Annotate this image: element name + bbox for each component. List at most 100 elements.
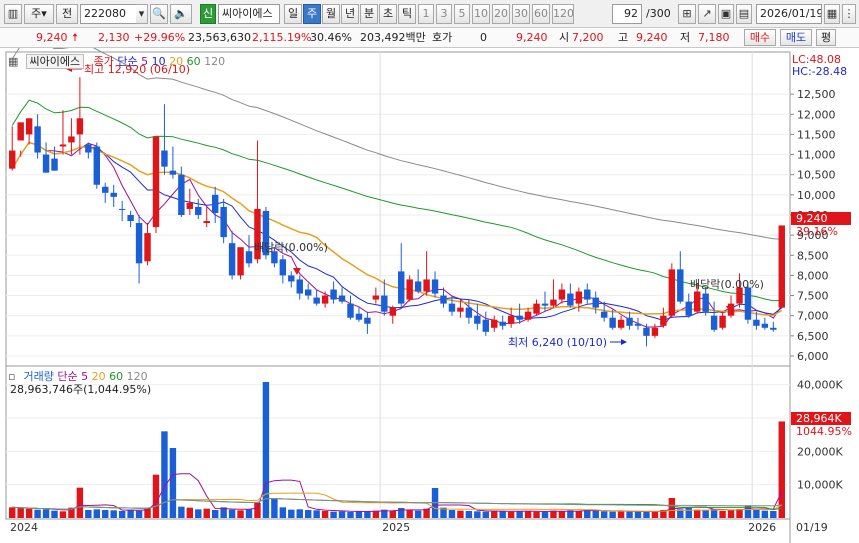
candle-body — [17, 122, 24, 141]
volume-bar — [499, 511, 506, 518]
candle-body — [338, 295, 346, 302]
badge-new: 신 — [200, 4, 216, 24]
interval-button-60[interactable]: 60 — [532, 4, 550, 24]
candle-body — [660, 315, 667, 326]
volume-bar — [643, 512, 650, 518]
period-tab-4[interactable]: 분 — [360, 4, 378, 24]
more-icon[interactable]: ⋮ — [842, 4, 856, 24]
period-tab-6[interactable]: 틱 — [398, 4, 416, 24]
period-tab-2[interactable]: 월 — [322, 4, 340, 24]
candle-body — [51, 158, 58, 171]
volume-bar — [465, 511, 473, 518]
volume-bar — [448, 510, 456, 518]
candle-body — [304, 289, 312, 296]
calendar-icon[interactable]: ▦ — [824, 4, 840, 24]
interval-button-1[interactable]: 1 — [418, 4, 434, 24]
stock-tag[interactable]: 씨아이에스 — [25, 54, 85, 69]
eval-button[interactable]: 평 — [816, 29, 836, 46]
grid-icon[interactable]: ⊞ — [678, 4, 696, 24]
volume-bar — [304, 510, 312, 518]
sell-button[interactable]: 매도 — [780, 29, 812, 46]
volume-bar — [533, 511, 540, 518]
candle-body — [651, 327, 659, 336]
candle-body — [584, 289, 591, 300]
interval-button-5[interactable]: 5 — [454, 4, 470, 24]
date-input[interactable]: 2026/01/19 — [756, 4, 822, 24]
volume-bar — [338, 511, 346, 518]
volume-bar — [482, 511, 490, 518]
candle-body — [516, 315, 523, 320]
interval-button-120[interactable]: 120 — [552, 4, 574, 24]
candle-body — [110, 192, 117, 197]
quote-bar: 9,240 🠅 2,130 +29.96% 23,563,630 2,115.1… — [0, 28, 859, 48]
interval-button-20[interactable]: 20 — [492, 4, 510, 24]
interval-button-3[interactable]: 3 — [436, 4, 452, 24]
volume-bar — [398, 508, 405, 518]
legend-ma120: 120 — [204, 55, 226, 68]
candle-body — [770, 327, 777, 330]
volume-bar — [169, 448, 177, 518]
legend-ma20: 20 — [169, 55, 184, 68]
buy-button[interactable]: 매수 — [744, 29, 776, 46]
period-tab-1[interactable]: 주 — [303, 4, 321, 24]
search-icon[interactable]: 🔍 — [150, 4, 168, 24]
volume-bar — [195, 509, 202, 518]
print-icon[interactable]: ▤ — [736, 4, 752, 24]
volume-bar — [778, 421, 785, 518]
volume-bar — [110, 510, 117, 518]
period-tabs: 일주월년분초틱 — [284, 4, 424, 24]
price-tick-label: 11,500 — [797, 128, 836, 141]
prev-button[interactable]: 전 — [56, 4, 78, 24]
volume-bar — [178, 506, 185, 518]
code-dropdown-icon[interactable]: ▾ — [136, 4, 148, 24]
candle-body — [575, 291, 583, 304]
save-icon[interactable]: ▣ — [718, 4, 734, 24]
candle-body — [693, 291, 701, 312]
volume-bar — [634, 511, 642, 518]
period-tab-5[interactable]: 초 — [379, 4, 397, 24]
candle-body — [558, 289, 566, 300]
volume-bar — [702, 510, 709, 518]
interval-button-10[interactable]: 10 — [472, 4, 490, 24]
candle-body — [541, 303, 549, 306]
volume-bar — [9, 507, 16, 518]
period-tab-3[interactable]: 년 — [341, 4, 359, 24]
candle-body — [237, 247, 244, 276]
volume-bar — [85, 510, 92, 518]
price-change-pct: +29.96% — [134, 31, 186, 44]
interval-button-30[interactable]: 30 — [512, 4, 530, 24]
count-input[interactable]: 92 — [612, 4, 642, 24]
candle-body — [677, 269, 684, 302]
candle-body — [778, 225, 785, 308]
hoga-value: 0 — [480, 31, 487, 44]
market-select[interactable]: 주▾ — [24, 4, 54, 24]
volume-tick-label: 40,000K — [797, 379, 843, 392]
chart-settings-icon[interactable]: ▦ — [8, 55, 22, 68]
chart-area[interactable]: 12,50012,00011,50011,00010,50010,0009,50… — [0, 33, 859, 543]
candle-body — [347, 303, 354, 318]
chart-type-icon[interactable]: ▥ — [4, 4, 22, 24]
chart-canvas[interactable]: 12,50012,00011,50011,00010,50010,0009,50… — [0, 33, 859, 543]
volume-bar — [228, 509, 236, 518]
legend-ma-type: 단순 — [117, 55, 138, 68]
draw-icon[interactable]: ↗ — [698, 4, 716, 24]
legend-ma5: 5 — [141, 55, 149, 68]
interval-buttons: 1 3 5 10 20 30 60 120 — [418, 4, 598, 24]
candle-body — [634, 323, 642, 326]
volume-bar — [51, 510, 58, 518]
stock-name-field[interactable]: 씨아이에스 — [218, 4, 280, 24]
volume-bar — [17, 508, 24, 518]
sound-icon[interactable]: 🔈 — [170, 4, 192, 24]
date-text: 2026/01/19 — [760, 7, 822, 20]
candle-body — [245, 251, 253, 264]
volume-bar — [25, 508, 33, 518]
candle-body — [406, 279, 413, 300]
candle-body — [685, 301, 692, 316]
turnover-pct: 30.46% — [310, 31, 352, 44]
candle-body — [42, 154, 50, 173]
candle-body — [465, 307, 473, 318]
volume-bar — [414, 510, 422, 518]
volume-bar — [719, 511, 726, 518]
candle-body — [144, 233, 151, 262]
period-tab-0[interactable]: 일 — [284, 4, 302, 24]
